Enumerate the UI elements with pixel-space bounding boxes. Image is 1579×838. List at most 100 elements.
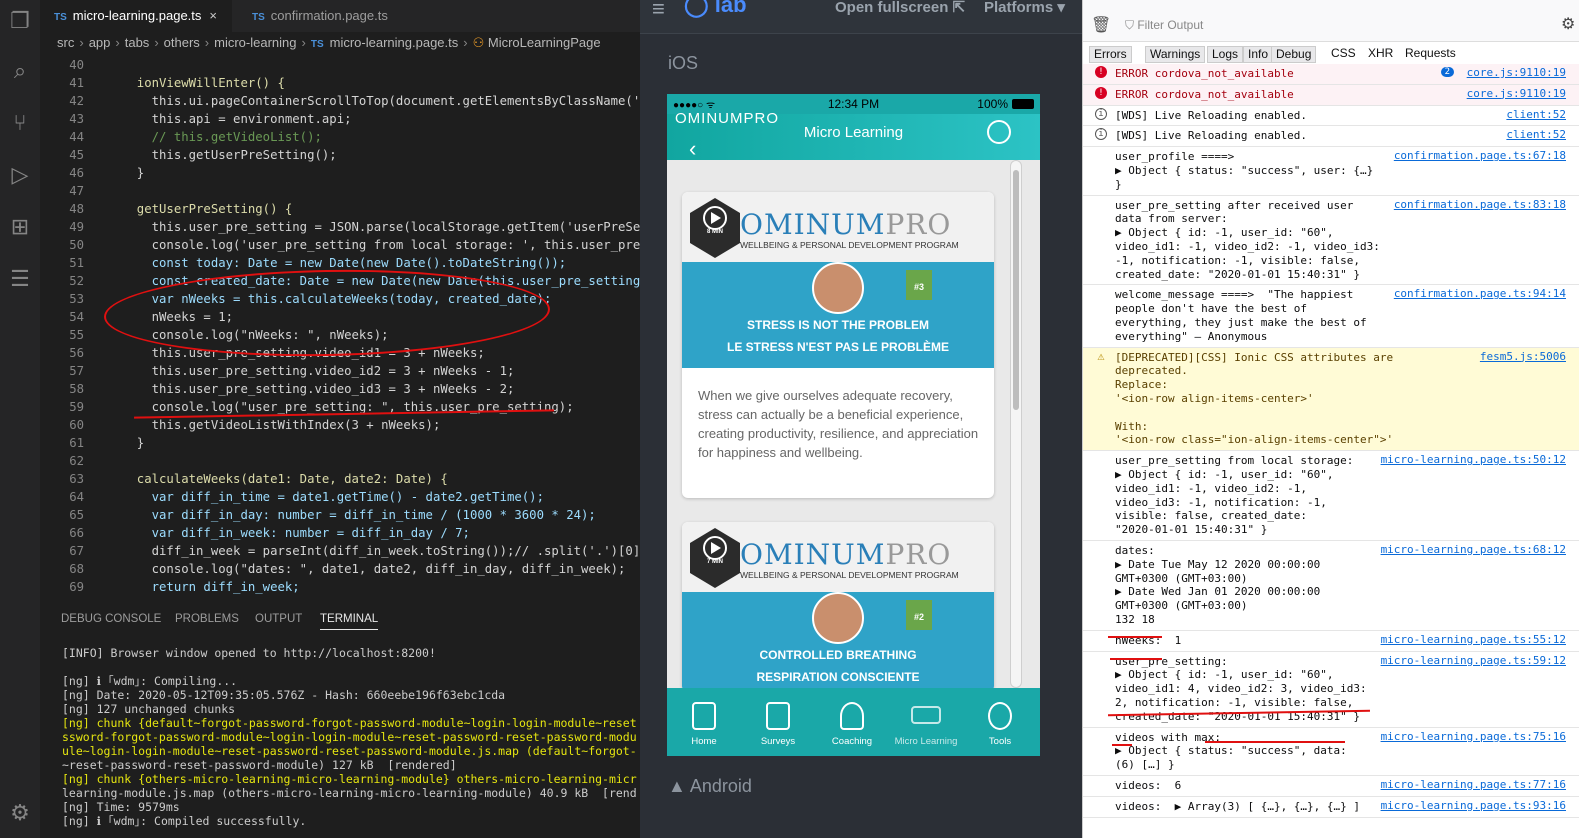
console-message[interactable]: ⚠ [DEPRECATED][CSS] Ionic CSS attributes …	[1083, 347, 1579, 452]
source-link[interactable]: core.js:9110:19	[1467, 66, 1566, 79]
css-filter-button[interactable]: CSS	[1331, 46, 1356, 63]
source-link[interactable]: micro-learning.page.ts:75:16	[1381, 730, 1566, 743]
source-link[interactable]: fesm5.js:5006	[1480, 350, 1566, 363]
console-message[interactable]: videos: ▶ Array(3) [ {…}, {…}, {…} ] micr…	[1083, 797, 1579, 818]
console-output[interactable]: ! ERROR cordova_not_available core.js:9110…	[1083, 64, 1579, 838]
hamburger-icon[interactable]: ≡	[652, 0, 665, 22]
open-fullscreen-link[interactable]: Open fullscreen ⇱	[835, 0, 965, 16]
breadcrumb-item[interactable]: MicroLearningPage	[488, 35, 601, 50]
requests-filter-button[interactable]: Requests	[1405, 46, 1456, 63]
source-link[interactable]: confirmation.page.ts:83:18	[1394, 198, 1566, 211]
tab-coaching[interactable]: Coaching	[815, 688, 889, 756]
console-message[interactable]: welcome_message ====> "The happiest peop…	[1083, 285, 1579, 348]
run-debug-icon[interactable]: ▷	[7, 162, 33, 188]
errors-filter-button[interactable]: Errors	[1089, 46, 1132, 63]
gear-icon[interactable]: ⚙	[1561, 14, 1575, 34]
logs-filter-button[interactable]: Logs	[1207, 46, 1244, 63]
console-message[interactable]: user_pre_setting from local storage: ▶ O…	[1083, 451, 1579, 541]
tab-tools[interactable]: Tools	[963, 688, 1037, 756]
settings-gear-icon[interactable]: ⚙	[7, 800, 33, 826]
open-fullscreen-label: Open fullscreen	[835, 0, 949, 16]
tab-output[interactable]: OUTPUT	[255, 613, 302, 625]
scrollbar-thumb[interactable]	[1013, 170, 1019, 410]
brand-main: OMINUM	[740, 538, 886, 571]
xhr-filter-button[interactable]: XHR	[1368, 46, 1393, 63]
tab-confirmation[interactable]: TS confirmation.page.ts	[238, 0, 438, 32]
class-icon: ⚇	[472, 35, 488, 50]
code-text: var diff_in_time = date1.getTime() - dat…	[122, 490, 544, 504]
source-link[interactable]: micro-learning.page.ts:55:12	[1381, 633, 1566, 646]
console-message[interactable]: ! ERROR cordova_not_available core.js:9110…	[1083, 84, 1579, 106]
android-icon: ▲	[668, 776, 686, 796]
profile-icon[interactable]	[987, 120, 1011, 144]
close-icon[interactable]: ×	[209, 8, 217, 23]
back-button[interactable]: ‹	[689, 136, 696, 162]
code-text: return diff_in_week;	[122, 580, 300, 594]
terminal-line: ~reset-password-reset-password-module) 1…	[62, 758, 457, 772]
line-number: 67	[69, 544, 84, 558]
ionic-lab: ≡ ◯ lab Open fullscreen ⇱ Platforms ▾ iO…	[640, 0, 1082, 838]
breadcrumb-item[interactable]: others	[164, 35, 200, 50]
breadcrumb-item[interactable]: micro-learning.page.ts	[330, 35, 459, 50]
tab-micro-learning[interactable]: Micro Learning	[889, 688, 963, 756]
message-text: [DEPRECATED][CSS] Ionic CSS attributes a…	[1115, 350, 1394, 447]
tab-debug-console[interactable]: DEBUG CONSOLE	[61, 613, 161, 625]
source-link[interactable]: confirmation.page.ts:67:18	[1394, 149, 1566, 162]
tab-micro-learning[interactable]: TS micro-learning.page.ts ×	[40, 0, 232, 32]
source-link[interactable]: core.js:9110:19	[1467, 87, 1566, 100]
video-title-fr: RESPIRATION CONSCIENTE	[756, 670, 920, 684]
source-link[interactable]: micro-learning.page.ts:93:16	[1381, 799, 1566, 812]
search-icon[interactable]: ⌕	[7, 58, 33, 84]
console-message[interactable]: videos with max: ▶ Object { status: "suc…	[1083, 728, 1579, 776]
terminal[interactable]: [INFO] Browser window opened to http://l…	[40, 640, 640, 838]
breadcrumb-item[interactable]: tabs	[125, 35, 150, 50]
editor-tabs: TS micro-learning.page.ts × TS confirmation…	[40, 0, 640, 32]
message-text: user_pre_setting after received user dat…	[1115, 198, 1380, 281]
explorer-icon[interactable]: ❐	[7, 8, 33, 34]
debug-filter-button[interactable]: Debug	[1271, 46, 1317, 63]
console-message[interactable]: i [WDS] Live Reloading enabled. client:52	[1083, 126, 1579, 148]
console-message[interactable]: ! ERROR cordova_not_available core.js:9110…	[1083, 64, 1579, 85]
tab-home[interactable]: Home	[667, 688, 741, 756]
video-card[interactable]: 7 MIN OMINUMPRO WELLBEING & PERSONAL DEV…	[682, 522, 994, 692]
console-message[interactable]: user_pre_setting: ▶ Object { id: -1, use…	[1083, 652, 1579, 728]
tab-bar: Home Surveys Coaching Micro Learning Too…	[667, 688, 1040, 756]
source-control-icon[interactable]: ⑂	[7, 110, 33, 136]
source-link[interactable]: client:52	[1506, 108, 1566, 121]
source-link[interactable]: micro-learning.page.ts:77:16	[1381, 778, 1566, 791]
tab-problems[interactable]: PROBLEMS	[175, 613, 239, 625]
outline-icon[interactable]: ☰	[7, 266, 33, 292]
source-link[interactable]: micro-learning.page.ts:59:12	[1381, 654, 1566, 667]
console-message[interactable]: user_profile ====> ▶ Object { status: "s…	[1083, 147, 1579, 196]
line-number: 68	[69, 562, 84, 576]
tab-label: confirmation.page.ts	[270, 8, 388, 23]
tab-surveys[interactable]: Surveys	[741, 688, 815, 756]
line-number: 53	[69, 292, 84, 306]
console-message[interactable]: i [WDS] Live Reloading enabled. client:52	[1083, 106, 1579, 127]
source-link[interactable]: client:52	[1506, 128, 1566, 141]
console-message[interactable]: videos: 6 micro-learning.page.ts:77:16	[1083, 776, 1579, 797]
code-line: 58 this.user_pre_setting.video_id3 = 3 +…	[40, 380, 640, 398]
line-number: 43	[69, 112, 84, 126]
platforms-dropdown[interactable]: Platforms ▾	[984, 0, 1065, 16]
source-link[interactable]: confirmation.page.ts:94:14	[1394, 287, 1566, 300]
source-link[interactable]: micro-learning.page.ts:68:12	[1381, 543, 1566, 556]
breadcrumb-item[interactable]: micro-learning	[214, 35, 296, 50]
error-icon: !	[1095, 66, 1107, 78]
filter-input[interactable]: ⛉ Filter Output	[1125, 18, 1203, 33]
console-message[interactable]: dates: ▶ Date Tue May 12 2020 00:00:00 G…	[1083, 541, 1579, 631]
extensions-icon[interactable]: ⊞	[7, 214, 33, 240]
info-filter-button[interactable]: Info	[1243, 46, 1274, 63]
video-card[interactable]: 8 MIN OMINUMPRO WELLBEING & PERSONAL DEV…	[682, 192, 994, 498]
source-link[interactable]: micro-learning.page.ts:50:12	[1381, 453, 1566, 466]
breadcrumb-item[interactable]: src	[57, 35, 74, 50]
tab-terminal[interactable]: TERMINAL	[320, 613, 379, 630]
code-line: 62	[40, 452, 640, 470]
console-message[interactable]: nWeeks: 1 micro-learning.page.ts:55:12	[1083, 631, 1579, 652]
line-number: 64	[69, 490, 84, 504]
breadcrumb-item[interactable]: app	[89, 35, 111, 50]
code-text: var diff_in_week: number = diff_in_day /…	[122, 526, 470, 540]
console-message[interactable]: user_pre_setting after received user dat…	[1083, 196, 1579, 286]
warnings-filter-button[interactable]: Warnings	[1145, 46, 1206, 63]
trash-icon[interactable]: 🗑	[1091, 15, 1111, 35]
